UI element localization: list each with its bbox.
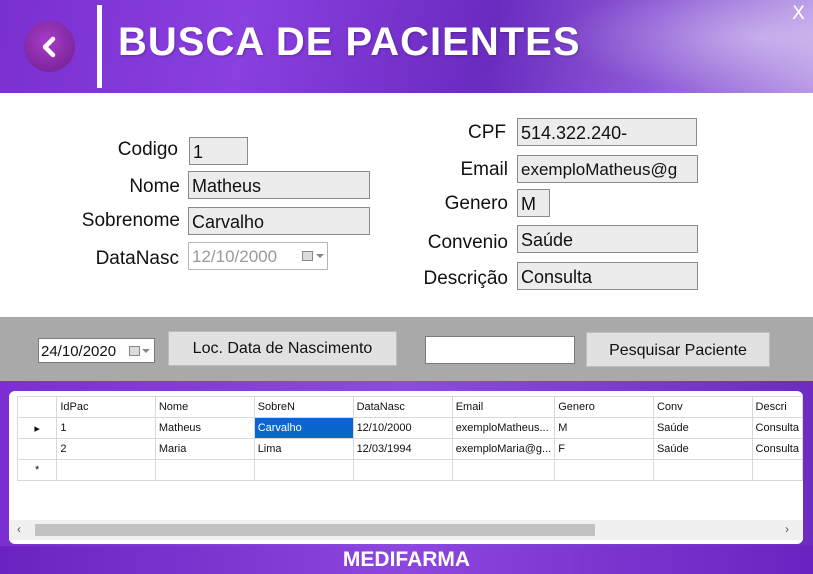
cell[interactable]: M	[554, 417, 654, 439]
cell[interactable]	[451, 459, 556, 481]
close-button[interactable]: X	[792, 2, 805, 24]
horizontal-scrollbar[interactable]: ‹ ›	[9, 520, 803, 540]
search-input[interactable]	[425, 336, 575, 364]
email-label: Email	[460, 159, 508, 180]
col-genero[interactable]: Genero	[554, 396, 654, 418]
cell[interactable]: Lima	[253, 438, 354, 460]
cell[interactable]	[751, 459, 803, 481]
header-divider	[97, 5, 102, 88]
cell[interactable]: 12/10/2000	[352, 417, 453, 439]
col-datanasc[interactable]: DataNasc	[352, 396, 453, 418]
nome-field[interactable]: Matheus	[188, 171, 370, 199]
cell[interactable]: Maria	[154, 438, 255, 460]
codigo-field[interactable]: 1	[189, 137, 248, 165]
nome-label: Nome	[129, 176, 180, 197]
current-row-marker[interactable]: ▸	[16, 417, 58, 439]
sobrenome-label: Sobrenome	[81, 210, 180, 231]
genero-field[interactable]: M	[517, 189, 550, 217]
cell[interactable]: Saúde	[652, 438, 753, 460]
scroll-right-icon[interactable]: ›	[785, 522, 789, 536]
calendar-icon[interactable]	[129, 346, 140, 356]
col-email[interactable]: Email	[451, 396, 556, 418]
col-descri[interactable]: Descri	[751, 396, 803, 418]
cell[interactable]: exemploMatheus...	[451, 417, 556, 439]
brand-footer: MEDIFARMA	[0, 546, 813, 574]
page-title: BUSCA DE PACIENTES	[118, 20, 581, 64]
codigo-label: Codigo	[117, 139, 178, 160]
descricao-field[interactable]: Consulta	[517, 262, 698, 290]
cell[interactable]: F	[554, 438, 654, 460]
cpf-field[interactable]: 514.322.240-	[517, 118, 697, 146]
new-row[interactable]: *	[16, 459, 803, 481]
cell[interactable]	[352, 459, 453, 481]
birthdate-search-value: 24/10/2020	[41, 343, 117, 360]
table-row[interactable]: 2 Maria Lima 12/03/1994 exemploMaria@g..…	[16, 438, 803, 460]
cell[interactable]: 12/03/1994	[352, 438, 453, 460]
scroll-left-icon[interactable]: ‹	[17, 522, 21, 536]
row-header[interactable]	[16, 438, 58, 460]
cell[interactable]: 1	[56, 417, 156, 439]
datanasc-label: DataNasc	[95, 248, 179, 269]
cell[interactable]	[652, 459, 753, 481]
new-row-marker[interactable]: *	[16, 459, 58, 481]
cell[interactable]: Matheus	[154, 417, 255, 439]
col-nome[interactable]: Nome	[154, 396, 255, 418]
cell[interactable]: 2	[56, 438, 156, 460]
scrollbar-thumb[interactable]	[35, 524, 595, 536]
cell-selected[interactable]: Carvalho	[253, 417, 354, 439]
row-header-corner	[16, 396, 58, 418]
genero-label: Genero	[444, 193, 508, 214]
col-sobren[interactable]: SobreN	[253, 396, 354, 418]
datanasc-value: 12/10/2000	[192, 247, 278, 266]
cell[interactable]: Saúde	[652, 417, 753, 439]
table-row[interactable]: ▸ 1 Matheus Carvalho 12/10/2000 exemploM…	[16, 417, 803, 439]
cell[interactable]: Consulta	[751, 438, 803, 460]
search-patient-button[interactable]: Pesquisar Paciente	[586, 332, 770, 367]
email-field[interactable]: exemploMatheus@g	[517, 155, 698, 183]
loc-birthdate-button[interactable]: Loc. Data de Nascimento	[168, 331, 397, 366]
sobrenome-field[interactable]: Carvalho	[188, 207, 370, 235]
back-button[interactable]	[24, 21, 75, 72]
patients-table: IdPac Nome SobreN DataNasc Email Genero …	[16, 396, 803, 481]
cell[interactable]: exemploMaria@g...	[451, 438, 556, 460]
cell[interactable]	[554, 459, 654, 481]
chevron-left-icon	[42, 36, 55, 57]
cell[interactable]	[154, 459, 255, 481]
chevron-down-icon[interactable]	[316, 254, 324, 258]
header-row: IdPac Nome SobreN DataNasc Email Genero …	[16, 396, 803, 418]
header-glow	[553, 0, 813, 93]
chevron-down-icon[interactable]	[142, 349, 150, 353]
cpf-label: CPF	[468, 122, 506, 143]
convenio-field[interactable]: Saúde	[517, 225, 698, 253]
col-idpac[interactable]: IdPac	[56, 396, 156, 418]
cell[interactable]: Consulta	[751, 417, 803, 439]
col-conv[interactable]: Conv	[652, 396, 753, 418]
cell[interactable]	[253, 459, 354, 481]
cell[interactable]	[56, 459, 156, 481]
calendar-icon[interactable]	[302, 251, 313, 261]
convenio-label: Convenio	[427, 232, 508, 253]
descricao-label: Descrição	[423, 268, 508, 289]
